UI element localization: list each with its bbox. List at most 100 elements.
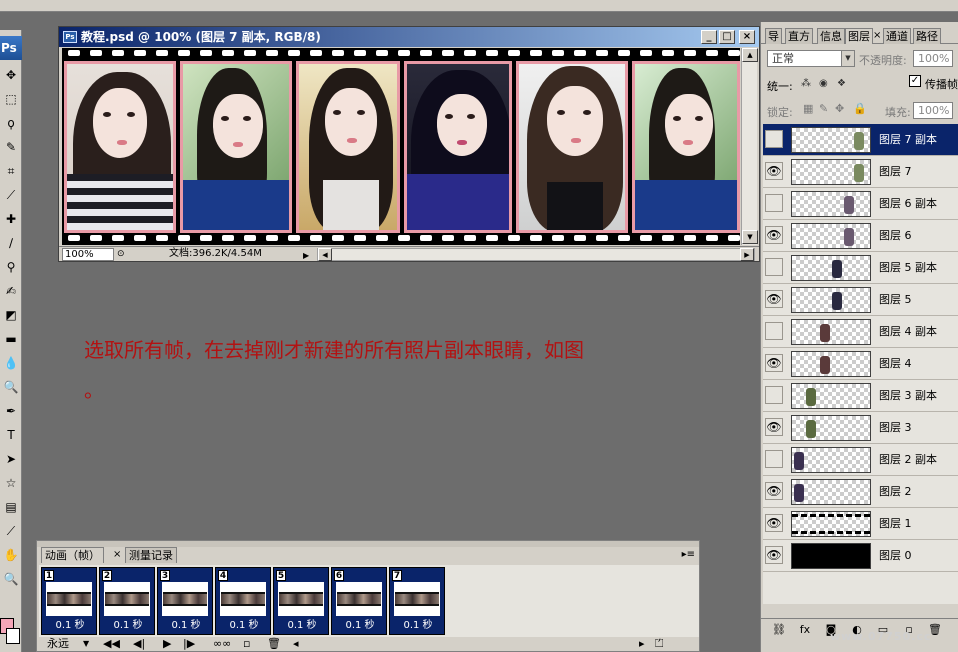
tab-navigator[interactable]: 导 (765, 28, 782, 44)
slice-tool-icon[interactable]: ⟋ (2, 186, 20, 204)
animation-frame[interactable]: 5 0.1 秒 (273, 567, 329, 635)
propagate-checkbox[interactable]: ✓ (909, 75, 921, 87)
zoom-field[interactable]: 100% (62, 248, 114, 261)
layer-visibility-eye-icon[interactable] (765, 130, 783, 148)
first-frame-button[interactable]: ◀◀ (103, 637, 120, 651)
shape-tool-icon[interactable]: ☆ (2, 474, 20, 492)
layer-visibility-eye-icon[interactable]: 👁 (765, 514, 783, 532)
layer-row[interactable]: 图层 7 副本 (763, 124, 958, 156)
layer-row[interactable]: 图层 6 副本 (763, 188, 958, 220)
frame-delay[interactable]: 0.1 秒 (100, 620, 156, 632)
layer-row[interactable]: 👁 图层 7 (763, 156, 958, 188)
tab-close-icon[interactable]: × (873, 30, 881, 41)
tab-measurement-log[interactable]: 测量记录 (125, 547, 177, 563)
document-info[interactable]: 文档:396.2K/4.54M (169, 247, 262, 261)
scroll-left-icon[interactable]: ◂ (293, 637, 299, 651)
duplicate-frame-icon[interactable]: ▫ (243, 637, 250, 651)
unify-position-icon[interactable]: ⁂ (801, 78, 811, 89)
delete-frame-icon[interactable]: 🗑 (267, 637, 281, 651)
layer-row[interactable]: 图层 3 副本 (763, 380, 958, 412)
animation-frame[interactable]: 7 0.1 秒 (389, 567, 445, 635)
crop-tool-icon[interactable]: ⌗ (2, 162, 20, 180)
scroll-right-icon[interactable]: ▶ (740, 248, 754, 261)
path-selection-tool-icon[interactable]: ➤ (2, 450, 20, 468)
tween-icon[interactable]: ∞∞ (213, 637, 231, 651)
pen-tool-icon[interactable]: ✒ (2, 402, 20, 420)
blur-tool-icon[interactable]: 💧 (2, 354, 20, 372)
lasso-tool-icon[interactable]: ϙ (2, 114, 20, 132)
dodge-tool-icon[interactable]: 🔍 (2, 378, 20, 396)
close-button[interactable]: × (739, 30, 755, 44)
layer-visibility-eye-icon[interactable]: 👁 (765, 546, 783, 564)
frame-delay[interactable]: 0.1 秒 (390, 620, 446, 632)
scroll-right-icon[interactable]: ▸ (639, 637, 645, 651)
tab-channels[interactable]: 通道 (883, 28, 911, 44)
unify-visibility-icon[interactable]: ◉ (819, 78, 828, 89)
animation-frame[interactable]: 4 0.1 秒 (215, 567, 271, 635)
healing-brush-tool-icon[interactable]: ✚ (2, 210, 20, 228)
layer-visibility-eye-icon[interactable] (765, 322, 783, 340)
layer-row[interactable]: 👁 图层 3 (763, 412, 958, 444)
layer-row[interactable]: 图层 2 副本 (763, 444, 958, 476)
layer-row[interactable]: 图层 5 副本 (763, 252, 958, 284)
tab-paths[interactable]: 路径 (913, 28, 941, 44)
move-tool-icon[interactable]: ✥ (2, 66, 20, 84)
frame-delay[interactable]: 0.1 秒 (158, 620, 214, 632)
layer-visibility-eye-icon[interactable]: 👁 (765, 354, 783, 372)
gradient-tool-icon[interactable]: ▬ (2, 330, 20, 348)
eyedropper-tool-icon[interactable]: ⟋ (2, 522, 20, 540)
brush-tool-icon[interactable]: ∕ (2, 234, 20, 252)
previous-frame-button[interactable]: ◀| (133, 637, 145, 651)
animation-frame[interactable]: 6 0.1 秒 (331, 567, 387, 635)
layer-row[interactable]: 👁 图层 0 (763, 540, 958, 572)
frame-delay[interactable]: 0.1 秒 (42, 620, 98, 632)
zoom-tool-icon[interactable]: 🔍 (2, 570, 20, 588)
eraser-tool-icon[interactable]: ◩ (2, 306, 20, 324)
layer-visibility-eye-icon[interactable] (765, 258, 783, 276)
clone-stamp-tool-icon[interactable]: ⚲ (2, 258, 20, 276)
fx-icon[interactable]: fx (797, 622, 813, 638)
frame-delay[interactable]: 0.1 秒 (216, 620, 272, 632)
document-titlebar[interactable]: Ps 教程.psd @ 100% (图层 7 副本, RGB/8) _ □ × (59, 27, 759, 47)
layer-row[interactable]: 👁 图层 5 (763, 284, 958, 316)
layer-visibility-eye-icon[interactable]: 👁 (765, 226, 783, 244)
background-color-swatch[interactable] (6, 628, 20, 644)
frame-delay[interactable]: 0.1 秒 (332, 620, 388, 632)
scroll-up-icon[interactable]: ▲ (742, 48, 758, 62)
layer-row[interactable]: 👁 图层 1 (763, 508, 958, 540)
lock-all-icon[interactable]: 🔒 (853, 102, 867, 115)
notes-tool-icon[interactable]: ▤ (2, 498, 20, 516)
convert-timeline-icon[interactable]: ⏍ (655, 637, 663, 651)
frame-delay[interactable]: 0.1 秒 (274, 620, 330, 632)
type-tool-icon[interactable]: T (2, 426, 20, 444)
layer-row[interactable]: 图层 4 副本 (763, 316, 958, 348)
minimize-button[interactable]: _ (701, 30, 717, 44)
loop-select[interactable]: 永远 (47, 637, 69, 651)
scroll-left-icon[interactable]: ◀ (318, 248, 332, 261)
tab-animation-frames[interactable]: 动画（帧） (41, 547, 104, 563)
status-menu-arrow-icon[interactable]: ▶ (303, 249, 309, 263)
layer-row[interactable]: 👁 图层 4 (763, 348, 958, 380)
layer-visibility-eye-icon[interactable]: 👁 (765, 290, 783, 308)
magic-wand-tool-icon[interactable]: ✎ (2, 138, 20, 156)
animation-frame[interactable]: 1 0.1 秒 (41, 567, 97, 635)
tab-layers[interactable]: 图层 (845, 28, 873, 44)
next-frame-button[interactable]: |▶ (183, 637, 195, 651)
unify-style-icon[interactable]: ❖ (837, 78, 846, 89)
lock-paint-icon[interactable]: ✎ (819, 102, 828, 115)
marquee-tool-icon[interactable]: ⬚ (2, 90, 20, 108)
layer-visibility-eye-icon[interactable]: 👁 (765, 162, 783, 180)
maximize-button[interactable]: □ (719, 30, 735, 44)
layer-row[interactable]: 👁 图层 6 (763, 220, 958, 252)
history-brush-tool-icon[interactable]: ✍ (2, 282, 20, 300)
hand-tool-icon[interactable]: ✋ (2, 546, 20, 564)
animation-frame[interactable]: 2 0.1 秒 (99, 567, 155, 635)
scroll-down-icon[interactable]: ▼ (742, 230, 758, 244)
layer-visibility-eye-icon[interactable] (765, 386, 783, 404)
play-button[interactable]: ▶ (163, 637, 171, 651)
lock-move-icon[interactable]: ✥ (835, 102, 844, 115)
horizontal-scrollbar[interactable]: ◀ ▶ (317, 248, 755, 261)
lock-transparency-icon[interactable]: ▦ (803, 102, 813, 115)
animation-frame[interactable]: 3 0.1 秒 (157, 567, 213, 635)
panel-menu-icon[interactable]: ▸≡ (682, 549, 695, 560)
